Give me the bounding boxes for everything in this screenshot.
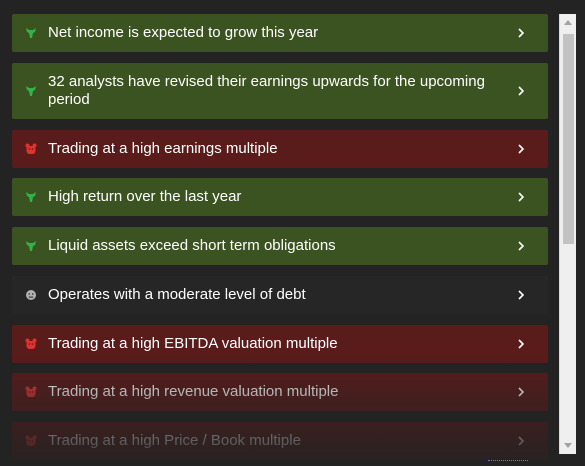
chevron-right-icon: [516, 27, 526, 39]
list-item-text: Trading at a high earnings multiple: [48, 140, 278, 157]
chevron-right-icon: [516, 240, 526, 252]
list-item-text: Trading at a high revenue valuation mult…: [48, 383, 339, 400]
list-item-text: Trading at a high Price / Book multiple: [48, 432, 301, 449]
partial-link-underline: [488, 460, 528, 466]
list-item[interactable]: 32 analysts have revised their earnings …: [12, 63, 548, 119]
bull-icon: [25, 240, 37, 252]
list-item-text: 32 analysts have revised their earnings …: [48, 73, 485, 108]
list-item-text: Net income is expected to grow this year: [48, 24, 319, 41]
chevron-right-icon: [516, 191, 526, 203]
bull-icon: [25, 27, 37, 39]
chevron-right-icon: [516, 386, 526, 398]
chevron-right-icon: [516, 85, 526, 97]
list-item[interactable]: Trading at a high Price / Book multiple: [12, 422, 548, 460]
list-item-text: High return over the last year: [48, 188, 242, 205]
chevron-right-icon: [516, 338, 526, 350]
bear-icon: [25, 143, 37, 155]
bear-icon: [25, 386, 37, 398]
chevron-right-icon: [516, 435, 526, 447]
bull-icon: [25, 191, 37, 203]
bear-icon: [25, 435, 37, 447]
list-item-text: Trading at a high EBITDA valuation multi…: [48, 335, 338, 352]
list-item[interactable]: Liquid assets exceed short term obligati…: [12, 227, 548, 265]
scroll-down-arrow-icon[interactable]: [560, 438, 576, 454]
chevron-right-icon: [516, 289, 526, 301]
bear-icon: [25, 338, 37, 350]
scroll-up-arrow-icon[interactable]: [560, 14, 576, 30]
list-item[interactable]: Trading at a high revenue valuation mult…: [12, 373, 548, 411]
list-item[interactable]: Net income is expected to grow this year: [12, 14, 548, 52]
list-item[interactable]: Operates with a moderate level of debt: [12, 276, 548, 314]
chevron-right-icon: [516, 143, 526, 155]
list-item[interactable]: Trading at a high earnings multiple: [12, 130, 548, 168]
analysis-panel: Net income is expected to grow this year…: [0, 0, 585, 466]
list-item[interactable]: Trading at a high EBITDA valuation multi…: [12, 325, 548, 363]
scrollbar-thumb[interactable]: [563, 34, 574, 244]
bull-icon: [25, 85, 37, 97]
list-item-text: Liquid assets exceed short term obligati…: [48, 237, 336, 254]
list-item-text: Operates with a moderate level of debt: [48, 286, 306, 303]
list-item[interactable]: High return over the last year: [12, 178, 548, 216]
vertical-scrollbar[interactable]: [559, 14, 576, 454]
neutral-face-icon: [25, 289, 37, 301]
